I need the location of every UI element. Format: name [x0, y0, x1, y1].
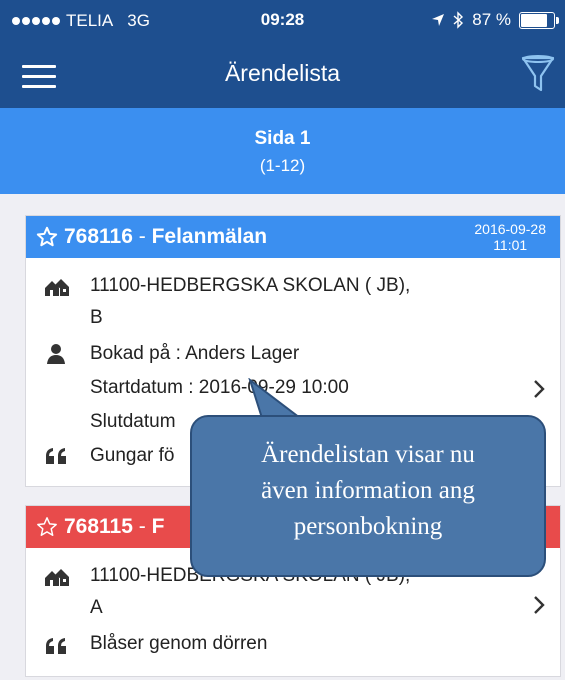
case-datetime: 2016-09-28 11:01 [474, 221, 546, 253]
case-comment: Gungar fö [90, 445, 175, 466]
case-address-line2: B [90, 307, 103, 328]
battery-icon [519, 11, 559, 29]
star-outline-icon[interactable] [36, 516, 58, 538]
person-icon [47, 344, 65, 364]
case-separator: - [132, 225, 152, 248]
case-date: 2016-09-28 [474, 221, 546, 237]
callout-bubble: Ärendelistan visar nu även information a… [190, 415, 546, 577]
case-number: 768115 [64, 515, 133, 538]
case-address-line2: A [90, 597, 103, 618]
chevron-right-icon[interactable] [532, 594, 546, 616]
page-title: Ärendelista [224, 60, 341, 86]
case-title: 768116 - Felanmälan [36, 225, 267, 249]
battery-fill [521, 13, 548, 27]
callout-line: även information ang [261, 477, 475, 504]
case-start-date: Startdatum : 2016-09-29 10:00 [90, 377, 349, 398]
nav-bar: Ärendelista [0, 40, 565, 108]
page-indicator: Sida 1 (1-12) [0, 108, 565, 194]
buildings-icon [45, 279, 69, 296]
case-booked-by: Bokad på : Anders Lager [90, 343, 300, 364]
battery-percent: 87 % [472, 10, 511, 29]
location-arrow-icon [432, 14, 445, 26]
case-number: 768116 [64, 225, 133, 248]
status-right: 87 % [431, 10, 559, 30]
quote-icon [46, 638, 66, 654]
bluetooth-icon [453, 11, 464, 29]
case-end-date: Slutdatum [90, 411, 176, 432]
callout-tail [248, 378, 302, 419]
page-number: Sida 1 [254, 128, 311, 149]
page-range: (1-12) [259, 156, 306, 175]
case-type: F [151, 515, 165, 538]
case-comment: Blåser genom dörren [90, 633, 268, 654]
callout-line: Ärendelistan visar nu [261, 441, 475, 468]
buildings-icon [45, 569, 69, 586]
case-time: 11:01 [493, 237, 528, 253]
status-bar: TELIA 3G 09:28 87 % [0, 0, 565, 40]
funnel-filter-icon[interactable] [521, 54, 555, 94]
case-title: 768115 - F [36, 515, 164, 539]
quote-icon [46, 448, 66, 464]
case-address: 11100-HEDBERGSKA SKOLAN ( JB), [90, 275, 411, 296]
case-separator: - [132, 515, 152, 538]
case-card-header: 768116 - Felanmälan 2016-09-28 11:01 [26, 216, 560, 258]
chevron-right-icon[interactable] [532, 378, 546, 400]
star-filled-icon[interactable] [36, 226, 58, 248]
case-type: Felanmälan [151, 225, 268, 248]
callout-line: personbokning [293, 513, 443, 540]
